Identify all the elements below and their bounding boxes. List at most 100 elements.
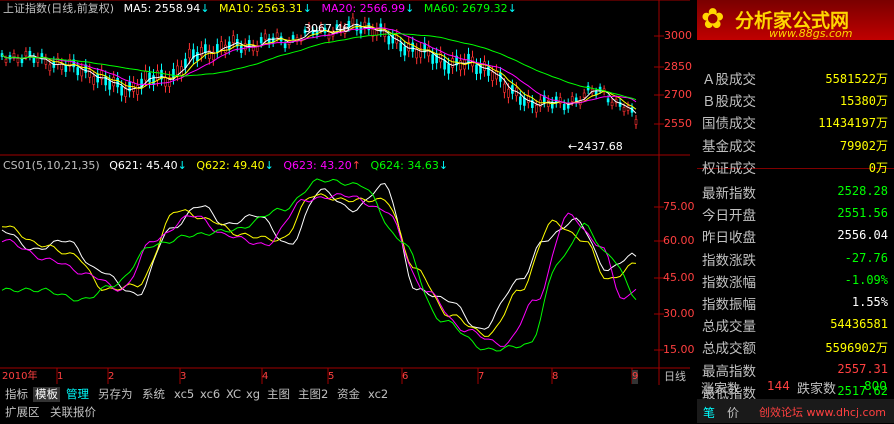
q624-line [1,178,637,352]
candle-body [148,72,151,83]
stat-label: 指数涨跌 [702,252,756,269]
tab-XC[interactable]: XC [224,387,243,402]
period-label[interactable]: 日线 [664,370,686,384]
tab-funds[interactable]: 资金 [335,387,362,402]
stat-value: -27.76 [844,250,888,265]
candle-body [12,53,16,58]
candle-body [507,88,510,98]
candle-body [24,51,28,57]
status-bar: 笔 价 创效论坛 www.dhcj.com [697,399,894,423]
price-panel-title: 上证指数(日线,前复权) [3,2,115,15]
ma60-line [1,32,637,101]
stat-row: 国债成交 11434197万 [700,110,888,132]
candle-body [411,42,415,52]
ind-tick-3: 45.00 [663,271,695,284]
stat-row: 总成交量 54436581 [700,313,888,335]
candle-body [172,68,175,79]
q621-line [1,182,637,330]
bottom-toolbar: 指标 模板 管理 另存为 系统 xc5 xc6 XC xg 主图 主图2 资金 … [0,385,690,423]
stat-row: 指数涨幅 -1.09% [700,269,888,291]
candle-body [108,80,111,90]
x-month-1: 1 [57,371,64,382]
tab-extension-area[interactable]: 扩展区 [5,405,40,420]
tab-main-chart[interactable]: 主图 [265,387,292,402]
up-count-value: 144 [767,379,790,393]
stat-label: Ｂ股成交 [702,94,756,111]
stat-row: Ｂ股成交 15380万 [700,88,888,110]
stat-label: 国债成交 [702,116,756,133]
candle-body [28,50,32,57]
candle-body [554,96,558,104]
tab-indicator[interactable]: 指标 [3,387,30,402]
candle-body [562,104,566,111]
ma10-arrow-icon: ↓ [302,2,312,15]
candle-body [283,43,287,49]
ma10-line [1,25,637,110]
candle-body [76,67,80,76]
tab-xg[interactable]: xg [244,387,262,402]
stat-value: 79902万 [839,138,888,153]
candle-body [467,53,470,64]
tab-xc6[interactable]: xc6 [198,387,222,402]
stat-row: 总成交额 5596902万 [700,335,888,357]
tab-related-quotes[interactable]: 关联报价 [50,405,96,420]
tab-xc2[interactable]: xc2 [366,387,390,402]
candle-body [491,71,494,81]
q624-arrow-icon: ↓ [438,159,449,172]
low-price-label: ←2437.68 [568,140,623,153]
x-month-2: 2 [108,371,115,382]
candle-body [188,48,191,59]
candle-body [220,41,223,50]
candle-body [415,49,418,59]
candle-body [120,86,123,96]
stat-row: 今日开盘 2551.56 [700,202,888,224]
high-price-label: 3067.46 [304,22,350,35]
price-button[interactable]: 价 [727,404,739,421]
stat-value: 5581522万 [825,72,888,86]
ma60-label: MA60: 2679.32 [423,2,508,15]
candle-body [451,58,454,68]
stat-label: 最新指数 [702,186,756,202]
stat-row: 基金成交 79902万 [700,133,888,155]
ma60-arrow-icon: ↓ [507,2,517,15]
candle-body [156,70,159,81]
x-year-label: 2010年 [2,371,38,382]
stat-row: 昨日收盘 2556.04 [700,224,888,246]
x-month-6: 6 [402,371,409,382]
ind-tick-5: 15.00 [663,343,695,356]
down-count-label: 跌家数 [797,382,837,397]
ma20-arrow-icon: ↓ [405,2,415,15]
stat-value: 0万 [868,160,888,175]
candle-body [475,64,478,75]
down-count-value: 800 [864,379,887,393]
candle-body [634,119,638,125]
tab-save-as[interactable]: 另存为 [96,387,135,402]
tab-xc5[interactable]: xc5 [172,387,196,402]
stat-label: 今日开盘 [702,208,756,225]
tick-button[interactable]: 笔 [703,404,715,421]
candle-body [32,57,36,63]
stat-value: -1.09% [844,272,888,287]
tab-manage[interactable]: 管理 [64,387,91,402]
candle-body [96,73,99,83]
chart-canvas[interactable] [0,0,690,385]
price-tick-1: 3000 [664,29,692,42]
stat-value: 11434197万 [818,116,888,131]
candle-body [88,69,92,78]
forum-link[interactable]: 创效论坛 www.dhcj.com [759,404,886,420]
candle-body [196,52,199,62]
q623-line [1,193,637,347]
stat-label: 指数振幅 [702,297,756,313]
stat-row: 指数振幅 1.55% [700,291,888,313]
tab-system[interactable]: 系统 [140,387,167,402]
indicator-title: CS01(5,10,21,35) [3,159,100,172]
chart-area[interactable]: 上证指数(日线,前复权) MA5: 2558.94↓ MA10: 2563.31… [0,0,695,385]
tab-main-chart-2[interactable]: 主图2 [296,387,330,402]
stat-value: 5596902万 [825,341,888,356]
stat-label: 总成交额 [702,341,756,358]
tab-template[interactable]: 模板 [33,387,60,402]
candle-body [152,75,155,85]
logo-url: www.88gs.com [769,27,853,40]
stat-value: 15380万 [839,94,888,109]
q623-arrow-icon: ↑ [351,159,361,172]
